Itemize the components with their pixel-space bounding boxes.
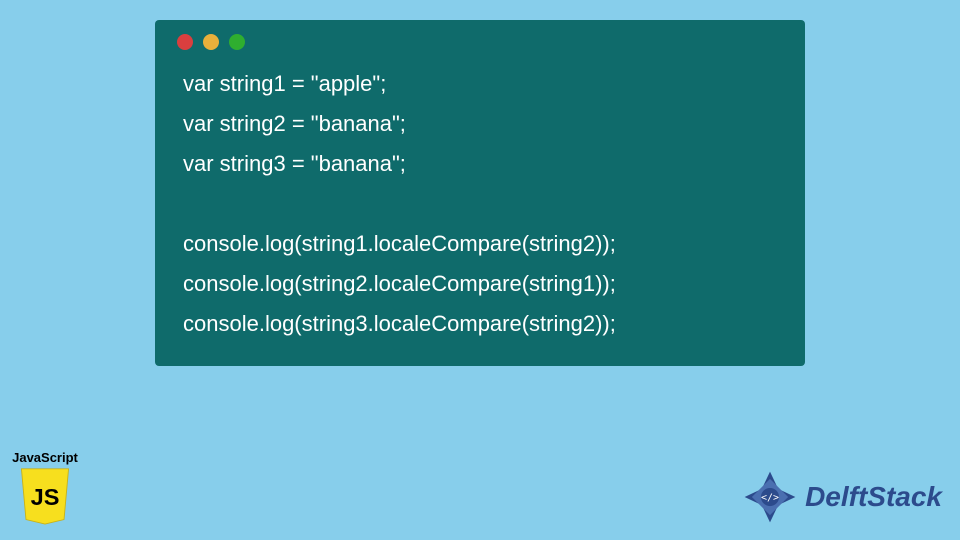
javascript-badge: JavaScript JS: [6, 450, 84, 530]
code-line: var string2 = "banana";: [183, 104, 777, 144]
svg-text:JS: JS: [31, 484, 60, 510]
brand-name: DelftStack: [805, 481, 942, 513]
brand: </> DelftStack: [741, 468, 942, 526]
code-line: var string1 = "apple";: [183, 64, 777, 104]
maximize-icon[interactable]: [229, 34, 245, 50]
svg-text:</>: </>: [761, 493, 779, 504]
window-titlebar: [155, 20, 805, 56]
javascript-logo-icon: JS: [16, 467, 74, 525]
code-body: var string1 = "apple"; var string2 = "ba…: [155, 56, 805, 348]
code-window: var string1 = "apple"; var string2 = "ba…: [155, 20, 805, 366]
javascript-label: JavaScript: [6, 450, 84, 465]
code-line: console.log(string3.localeCompare(string…: [183, 304, 777, 344]
code-line-blank: [183, 184, 777, 224]
code-line: console.log(string1.localeCompare(string…: [183, 224, 777, 264]
brand-logo-icon: </>: [741, 468, 799, 526]
minimize-icon[interactable]: [203, 34, 219, 50]
code-line: var string3 = "banana";: [183, 144, 777, 184]
code-line: console.log(string2.localeCompare(string…: [183, 264, 777, 304]
close-icon[interactable]: [177, 34, 193, 50]
